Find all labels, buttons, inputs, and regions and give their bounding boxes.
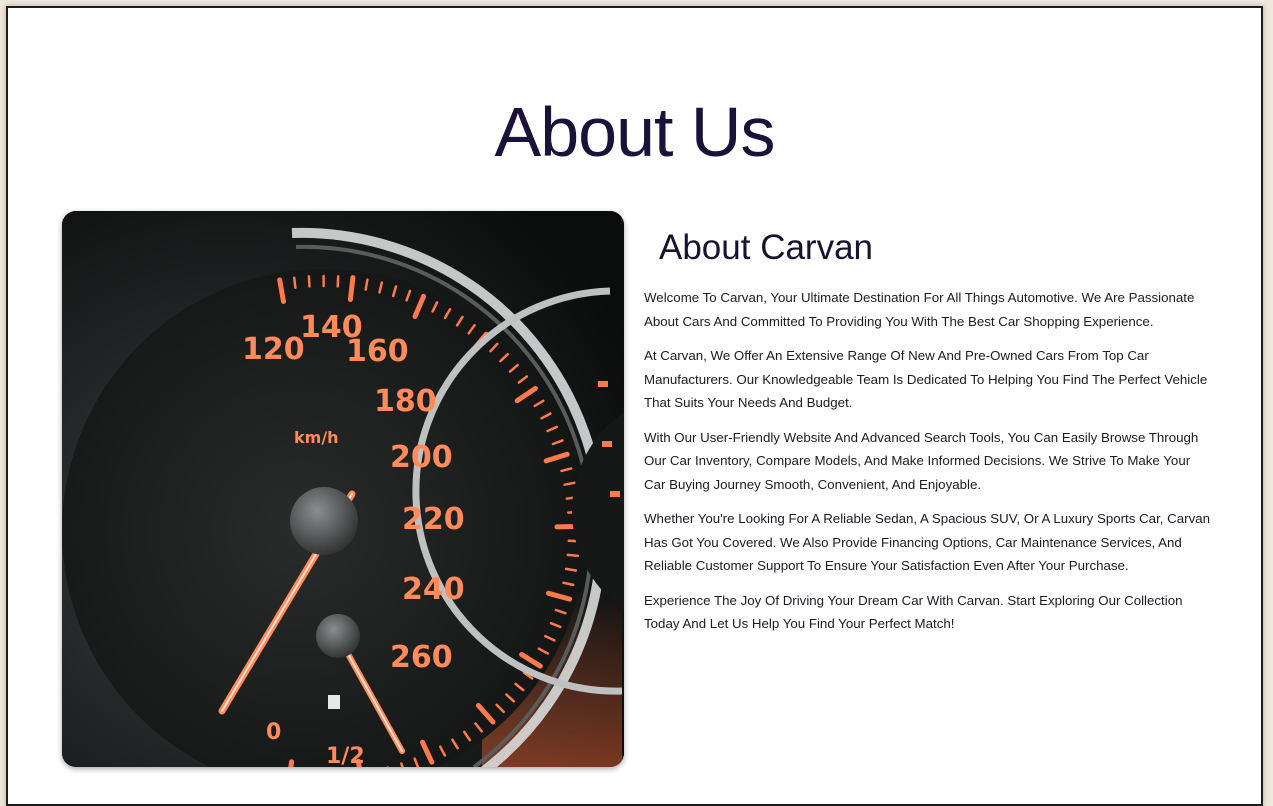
- about-content: About Carvan Welcome To Carvan, Your Ult…: [644, 228, 1214, 647]
- about-paragraph-4: Whether You're Looking For A Reliable Se…: [644, 507, 1214, 578]
- about-paragraph-3: With Our User-Friendly Website And Advan…: [644, 426, 1214, 497]
- speedometer-illustration: 120 140 160 180 200 220 240 260 km/h 0 1…: [62, 211, 624, 767]
- speed-label-220: 220: [402, 502, 465, 537]
- gauge-tick: [294, 278, 295, 288]
- speed-label-200: 200: [390, 440, 453, 475]
- gauge-tick: [366, 280, 368, 290]
- gauge-tick: [568, 555, 578, 556]
- gauge-tick: [350, 278, 353, 300]
- speed-label-260: 260: [390, 640, 453, 675]
- gauge-tick: [309, 276, 310, 286]
- gauge-tick: [289, 762, 292, 767]
- speed-label-180: 180: [374, 384, 437, 419]
- gauge-tick: [338, 276, 339, 286]
- fuel-pump-icon: [328, 695, 340, 709]
- speed-label-120: 120: [242, 332, 305, 367]
- about-paragraph-2: At Carvan, We Offer An Extensive Range O…: [644, 344, 1214, 415]
- speed-unit: km/h: [294, 428, 339, 447]
- page-title: About Us: [8, 92, 1261, 172]
- about-heading: About Carvan: [659, 228, 1214, 268]
- speed-label-160: 160: [346, 334, 409, 369]
- fuel-label-empty: 0: [266, 720, 281, 745]
- about-paragraph-1: Welcome To Carvan, Your Ultimate Destina…: [644, 286, 1214, 333]
- speed-label-240: 240: [402, 572, 465, 607]
- speedometer-image: 120 140 160 180 200 220 240 260 km/h 0 1…: [62, 211, 624, 767]
- about-paragraph-5: Experience The Joy Of Driving Your Dream…: [644, 589, 1214, 636]
- gauge-tick: [566, 569, 576, 571]
- fuel-label-half: 1/2: [326, 744, 365, 767]
